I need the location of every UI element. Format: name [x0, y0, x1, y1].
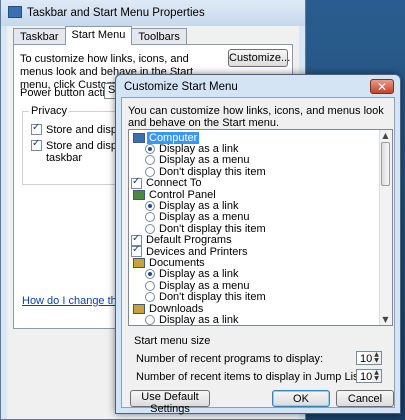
privacy-legend: Privacy	[29, 105, 70, 117]
scroll-down-icon[interactable]: ▼	[380, 314, 391, 325]
list-radio-option[interactable]: Display as a link	[145, 268, 239, 281]
start-menu-size-title: Start menu size	[134, 335, 211, 347]
list-checkbox-option[interactable]: Devices and Printers	[131, 244, 248, 258]
list-item-label: Devices and Printers	[146, 245, 248, 258]
start-menu-items-list[interactable]: Computer Display as a link Display as a me…	[128, 129, 393, 326]
recent-programs-row: Number of recent programs to display: 10…	[136, 351, 386, 365]
customize-button[interactable]: Customize...	[228, 49, 290, 67]
list-item-label: Don't display this item	[159, 222, 266, 235]
cancel-button[interactable]: Cancel	[336, 390, 394, 407]
customize-start-menu-dialog: Customize Start Menu ✕ You can customize…	[115, 74, 401, 415]
list-radio-option[interactable]: Display as a menu	[145, 154, 250, 167]
jump-list-row: Number of recent items to display in Jum…	[136, 369, 386, 383]
dialog-title: Customize Start Menu	[124, 81, 238, 93]
folder-icon	[133, 189, 145, 200]
list-item-label: Computer	[147, 131, 200, 144]
list-radio-option[interactable]: Don't display this item	[145, 291, 266, 304]
recent-programs-value[interactable]: 10	[360, 353, 372, 365]
list-item-label: Display as a menu	[159, 211, 250, 224]
list-checkbox-option[interactable]: Default Programs	[131, 233, 232, 247]
scroll-up-icon[interactable]: ▲	[380, 130, 391, 141]
taskbar-window-icon	[8, 6, 22, 18]
folder-icon	[133, 303, 145, 314]
tab-toolbars[interactable]: Toolbars	[131, 28, 187, 45]
tab-taskbar[interactable]: Taskbar	[13, 28, 66, 45]
start-menu-size-group: Start menu size Number of recent program…	[130, 335, 392, 385]
list-item-label: Don't display this item	[159, 165, 266, 178]
radio-icon[interactable]	[145, 200, 155, 211]
radio-icon[interactable]	[145, 292, 155, 303]
recent-programs-stepper[interactable]: 10 ▲ ▼	[356, 351, 382, 365]
dialog-description: You can customize how links, icons, and …	[128, 105, 384, 129]
list-radio-option[interactable]: Display as a menu	[145, 279, 250, 292]
jump-list-value[interactable]: 10	[360, 371, 372, 383]
jump-list-stepper[interactable]: 10 ▲ ▼	[356, 369, 382, 383]
use-default-settings-button[interactable]: Use Default Settings	[130, 390, 210, 415]
checkbox-icon[interactable]	[131, 176, 142, 189]
taskbar-properties-title: Taskbar and Start Menu Properties	[27, 7, 205, 19]
list-radio-option[interactable]: Display as a link	[145, 314, 238, 325]
list-item-label: Display as a menu	[159, 154, 250, 167]
checkbox-icon[interactable]	[131, 244, 142, 257]
list-item-label: Display as a link	[159, 313, 239, 326]
list-group-header[interactable]: Computer	[131, 131, 200, 144]
radio-icon[interactable]	[145, 269, 155, 280]
list-radio-option[interactable]: Display as a link	[145, 199, 239, 212]
checkbox-icon[interactable]	[31, 122, 42, 135]
list-group-header[interactable]: Documents	[131, 256, 205, 269]
dialog-client: You can customize how links, icons, and …	[121, 97, 395, 415]
checkbox-icon[interactable]	[31, 138, 42, 151]
list-radio-option[interactable]: Display as a link	[145, 142, 239, 155]
tab-start-menu[interactable]: Start Menu	[64, 26, 133, 45]
list-group-header[interactable]: Control Panel	[131, 188, 216, 201]
list-item-label: Control Panel	[149, 188, 216, 201]
radio-icon[interactable]	[145, 314, 155, 325]
radio-icon[interactable]	[145, 280, 155, 291]
radio-icon[interactable]	[145, 155, 155, 166]
vertical-scrollbar[interactable]: ▲ ▼	[379, 130, 392, 325]
spin-down-icon[interactable]: ▼	[372, 376, 381, 382]
jump-list-label: Number of recent items to display in Jum…	[136, 371, 371, 383]
list-item-label: Display as a link	[159, 268, 239, 281]
list-group-header[interactable]: Downloads	[131, 302, 204, 315]
folder-icon	[133, 257, 145, 268]
ok-button[interactable]: OK	[272, 390, 330, 407]
taskbar-properties-titlebar[interactable]: Taskbar and Start Menu Properties	[1, 0, 305, 26]
radio-icon[interactable]	[145, 143, 155, 154]
folder-icon	[133, 132, 145, 143]
close-button[interactable]: ✕	[370, 79, 394, 94]
list-item-label: Downloads	[149, 302, 204, 315]
scroll-thumb[interactable]	[381, 142, 390, 186]
list-checkbox-option[interactable]: Connect To	[131, 176, 202, 190]
list-radio-option[interactable]: Don't display this item	[145, 222, 266, 235]
list-item-label: Display as a menu	[159, 279, 250, 292]
radio-icon[interactable]	[145, 223, 155, 234]
list-item-label: Don't display this item	[159, 291, 266, 304]
list-radio-option[interactable]: Don't display this item	[145, 165, 266, 178]
list-radio-option[interactable]: Display as a menu	[145, 211, 250, 224]
list-item-label: Connect To	[146, 177, 202, 190]
recent-programs-label: Number of recent programs to display:	[136, 353, 324, 365]
spin-down-icon[interactable]: ▼	[372, 358, 381, 364]
radio-icon[interactable]	[145, 212, 155, 223]
tab-strip: Taskbar Start Menu Toolbars	[13, 26, 187, 45]
list-item-label: Display as a link	[159, 142, 239, 155]
list-item-label: Documents	[149, 256, 205, 269]
list-item-label: Display as a link	[159, 199, 239, 212]
list-item-label: Default Programs	[146, 234, 232, 247]
radio-icon[interactable]	[145, 166, 155, 177]
